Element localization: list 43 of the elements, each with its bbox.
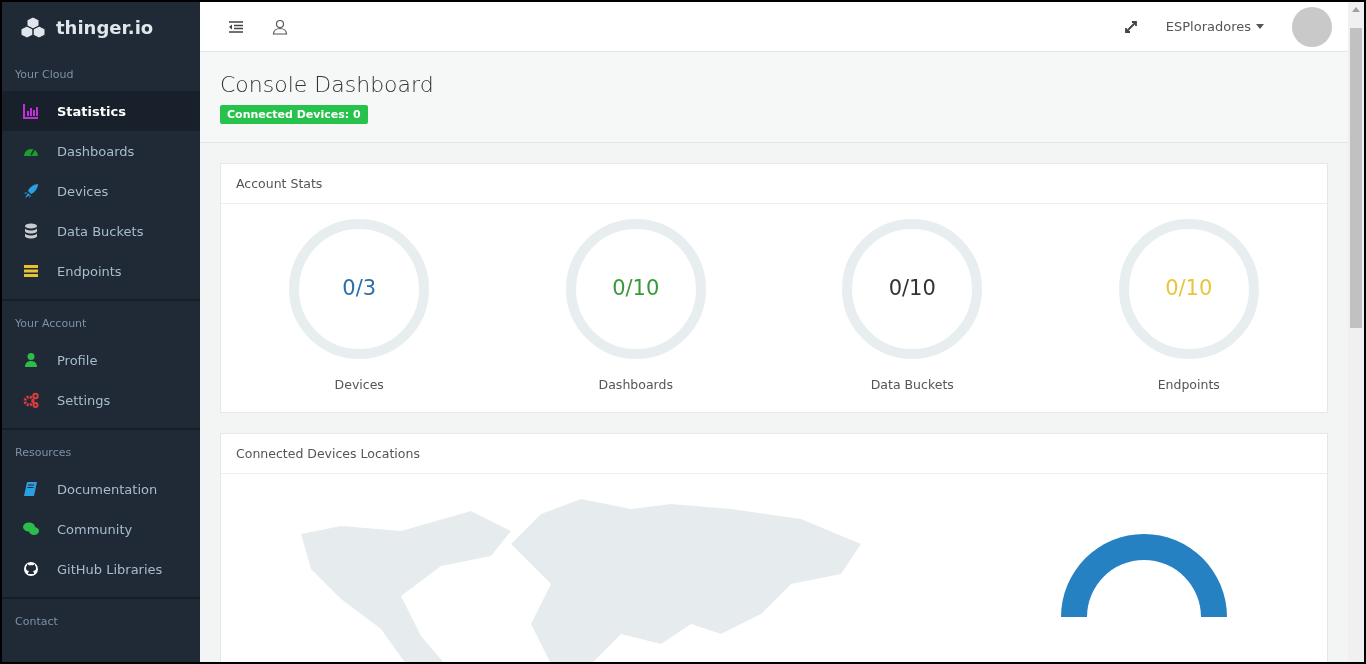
brand-name: thinger.io [56, 16, 154, 38]
page-title: Console Dashboard [220, 72, 435, 97]
chart-icon [23, 103, 39, 119]
scrollbar-thumb[interactable] [1350, 28, 1362, 328]
menu-icon[interactable] [228, 19, 244, 34]
nav-item[interactable]: Data Buckets [2, 211, 200, 251]
connected-devices-badge: Connected Devices: 0 [220, 105, 368, 124]
nav-item[interactable]: Documentation [2, 469, 200, 509]
section-heading: Contact [14, 614, 59, 630]
server-icon [23, 263, 39, 279]
section-heading: Resources [14, 445, 73, 461]
nav-item[interactable]: GitHub Libraries [2, 549, 200, 589]
stat-label: Data Buckets [870, 377, 954, 392]
gears-icon [23, 392, 39, 408]
section-heading: Your Cloud [14, 67, 75, 83]
caret-icon [1256, 24, 1264, 29]
panel-title: Connected Devices Locations [221, 434, 1327, 474]
expand-icon[interactable] [1123, 19, 1138, 34]
cubes-logo-icon [20, 16, 46, 38]
nav-item[interactable]: Devices [2, 171, 200, 211]
user-icon[interactable] [272, 18, 288, 35]
panel-title: Account Stats [221, 164, 1327, 204]
database-icon [23, 223, 39, 239]
github-icon [23, 561, 39, 577]
stat-value: 0/3 [342, 277, 377, 301]
user-menu-button[interactable]: ESPloradores [1165, 19, 1264, 34]
nav-item[interactable]: Community [2, 509, 200, 549]
stat-label: Devices [334, 377, 384, 392]
chat-icon [23, 521, 39, 537]
nav-item[interactable]: Dashboards [2, 131, 200, 171]
user-icon [23, 352, 39, 368]
book-icon [23, 481, 39, 497]
section-heading: Your Account [14, 316, 88, 332]
stat-value: 0/10 [1165, 277, 1213, 301]
rocket-icon [23, 183, 39, 199]
nav-item[interactable]: Endpoints [2, 251, 200, 291]
stat-label: Dashboards [598, 377, 673, 392]
stat-value: 0/10 [888, 277, 936, 301]
stat-value: 0/10 [612, 277, 660, 301]
stat-label: Endpoints [1157, 377, 1220, 392]
nav-item[interactable]: Settings [2, 380, 200, 420]
nav-item[interactable]: Profile [2, 340, 200, 380]
nav-item[interactable]: Statistics [2, 91, 200, 131]
